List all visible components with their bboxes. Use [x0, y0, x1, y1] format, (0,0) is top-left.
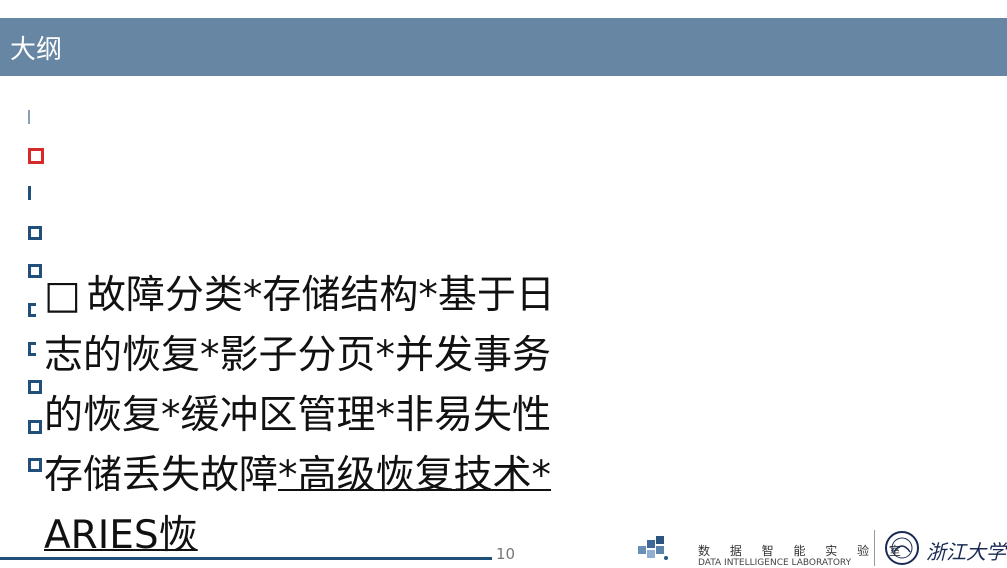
bullet-marker [28, 110, 30, 124]
footer-divider [874, 530, 875, 566]
university-name: 浙江大学 [926, 540, 1006, 564]
lab-logo-icon [638, 536, 668, 560]
footer-rule [0, 557, 492, 560]
bullet-marker [28, 458, 42, 472]
title-bar: 大纲 [0, 18, 1007, 76]
page-number: 10 [496, 545, 516, 563]
slide-title: 大纲 [10, 35, 63, 65]
bullet-marker [28, 342, 36, 356]
lab-name-cn: 数 据 智 能 实 验 室 [698, 544, 909, 558]
bullet-marker-highlight [28, 148, 44, 164]
square-bullet-icon: □ [44, 273, 81, 318]
bullet-marker [28, 264, 42, 278]
outline-line: 故障分类*存储结构*基 [86, 273, 477, 318]
lab-name-en: DATA INTELLIGENCE LABORATORY [698, 558, 852, 568]
bullet-marker [28, 226, 42, 240]
university-seal-icon [885, 531, 919, 565]
bullet-marker [28, 380, 42, 394]
outline-body: □ 故障分类*存储结构*基于日志的恢复*影子分页*并发事务的恢复*缓冲区管理*非易… [44, 266, 564, 566]
bullet-marker [28, 420, 42, 434]
bullet-marker [28, 186, 31, 200]
bullet-marker [28, 303, 36, 317]
